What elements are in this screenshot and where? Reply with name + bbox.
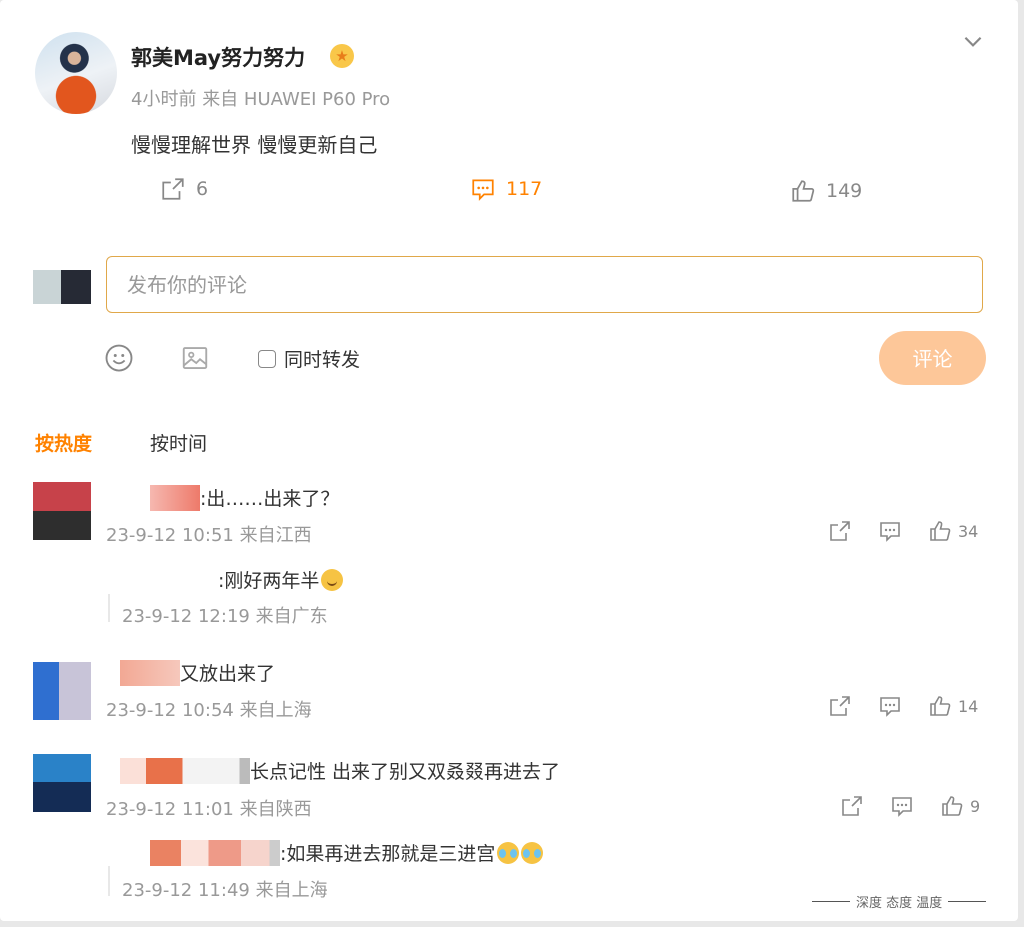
current-user-avatar: [33, 270, 91, 304]
comment-icon: [880, 522, 900, 542]
commenter-avatar[interactable]: [33, 662, 91, 720]
comment-icon: [472, 179, 494, 201]
comment-repost-button[interactable]: [840, 794, 864, 818]
comment-count: 117: [506, 178, 543, 200]
thumbs-up-icon: [942, 796, 963, 816]
checkbox-icon[interactable]: [258, 349, 276, 368]
thumbs-up-icon: [792, 180, 815, 202]
comment-meta: 23-9-12 10:54 来自上海: [106, 696, 312, 722]
post-time: 4小时前: [131, 89, 197, 110]
author-avatar[interactable]: [35, 32, 117, 114]
repost-checkbox[interactable]: 同时转发: [258, 345, 360, 372]
repost-button[interactable]: 6: [160, 176, 208, 202]
comment-button[interactable]: 117: [470, 176, 542, 202]
like-button[interactable]: 149: [790, 178, 862, 204]
commenter-avatar[interactable]: [33, 482, 91, 540]
cat-emoji-icon: [321, 568, 344, 591]
comment-like-button[interactable]: 34: [928, 519, 978, 543]
comment-location: 来自陕西: [239, 799, 312, 820]
image-icon[interactable]: [180, 343, 210, 373]
reply-divider: [108, 594, 110, 622]
comment-time: 23-9-12 10:54: [106, 700, 234, 721]
comment-reply-button[interactable]: [878, 519, 902, 543]
reply-meta: 23-9-12 12:19 来自广东: [122, 602, 328, 628]
crying-laughing-emoji-icon: [497, 841, 520, 864]
comment-like-button[interactable]: 14: [928, 694, 978, 718]
thumbs-up-icon: [930, 696, 951, 716]
comment-reply-button[interactable]: [878, 694, 902, 718]
comment-body: :出……出来了？: [200, 488, 340, 510]
watermark: 深度 态度 温度: [812, 892, 987, 911]
comment-text: 长点记性 出来了别又双叒叕再进去了: [120, 757, 560, 784]
reply-time: 23-9-12 12:19: [122, 606, 250, 627]
comment-actions: 9: [840, 794, 980, 818]
masked-username: [150, 839, 280, 866]
comment-location: 来自江西: [239, 525, 312, 546]
comment-actions: 34: [828, 519, 978, 543]
watermark-text: 深度 态度 温度: [856, 896, 943, 911]
post-source: 来自 HUAWEI P60 Pro: [202, 89, 391, 110]
chevron-down-icon[interactable]: [960, 28, 986, 54]
masked-username: [150, 484, 200, 511]
post-meta: 4小时前 来自 HUAWEI P60 Pro: [131, 85, 390, 111]
tab-sort-hot[interactable]: 按热度: [35, 429, 92, 456]
thumbs-up-icon: [930, 521, 951, 541]
crying-laughing-emoji-icon: [521, 841, 544, 864]
comment-like-button[interactable]: 9: [940, 794, 980, 818]
like-count: 34: [958, 521, 979, 541]
reply-text: :刚好两年半: [218, 566, 344, 593]
comment-meta: 23-9-12 10:51 来自江西: [106, 521, 312, 547]
reply-body: :刚好两年半: [218, 570, 320, 592]
weibo-post-card: 郭美May努力努力 ★ 4小时前 来自 HUAWEI P60 Pro 慢慢理解世…: [0, 0, 1018, 921]
verified-badge-icon: ★: [330, 44, 354, 68]
repost-icon: [842, 796, 862, 816]
comment-location: 来自上海: [239, 700, 312, 721]
post-text: 慢慢理解世界 慢慢更新自己: [131, 133, 378, 157]
comment-time: 23-9-12 11:01: [106, 799, 234, 820]
comment-reply-button[interactable]: [890, 794, 914, 818]
tab-sort-time[interactable]: 按时间: [150, 429, 207, 456]
emoji-icon[interactable]: [104, 343, 134, 373]
comment-input-box[interactable]: [106, 256, 983, 313]
reply-location: 来自广东: [255, 606, 328, 627]
reply-location: 来自上海: [255, 880, 328, 901]
repost-icon: [162, 178, 184, 200]
repost-checkbox-label: 同时转发: [284, 349, 361, 371]
author-name[interactable]: 郭美May努力努力: [131, 42, 305, 72]
comment-icon: [892, 797, 912, 817]
reply-time: 23-9-12 11:49: [122, 880, 250, 901]
masked-username: [120, 659, 180, 686]
repost-icon: [830, 521, 850, 541]
reply-body: :如果再进去那就是三进宫: [280, 843, 496, 865]
like-count: 149: [826, 180, 863, 202]
comment-actions: 14: [828, 694, 978, 718]
reply-divider: [108, 866, 110, 896]
reply-meta: 23-9-12 11:49 来自上海: [122, 876, 328, 902]
repost-count: 6: [196, 178, 209, 200]
comment-meta: 23-9-12 11:01 来自陕西: [106, 795, 312, 821]
comment-text: 又放出来了: [120, 659, 275, 686]
divider: [948, 901, 987, 902]
like-count: 14: [958, 696, 979, 716]
comment-input[interactable]: [125, 271, 982, 298]
like-count: 9: [970, 796, 981, 816]
commenter-avatar[interactable]: [33, 754, 91, 812]
reply-text: :如果再进去那就是三进宫: [150, 839, 544, 866]
comment-body: 又放出来了: [180, 663, 276, 685]
comment-repost-button[interactable]: [828, 519, 852, 543]
divider: [812, 901, 850, 902]
repost-icon: [830, 696, 850, 716]
comment-body: 长点记性 出来了别又双叒叕再进去了: [250, 761, 561, 783]
comment-text: :出……出来了？: [150, 484, 339, 511]
comment-repost-button[interactable]: [828, 694, 852, 718]
comment-time: 23-9-12 10:51: [106, 525, 234, 546]
submit-comment-button[interactable]: 评论: [879, 331, 986, 385]
masked-username: [120, 757, 250, 784]
comment-icon: [880, 697, 900, 717]
